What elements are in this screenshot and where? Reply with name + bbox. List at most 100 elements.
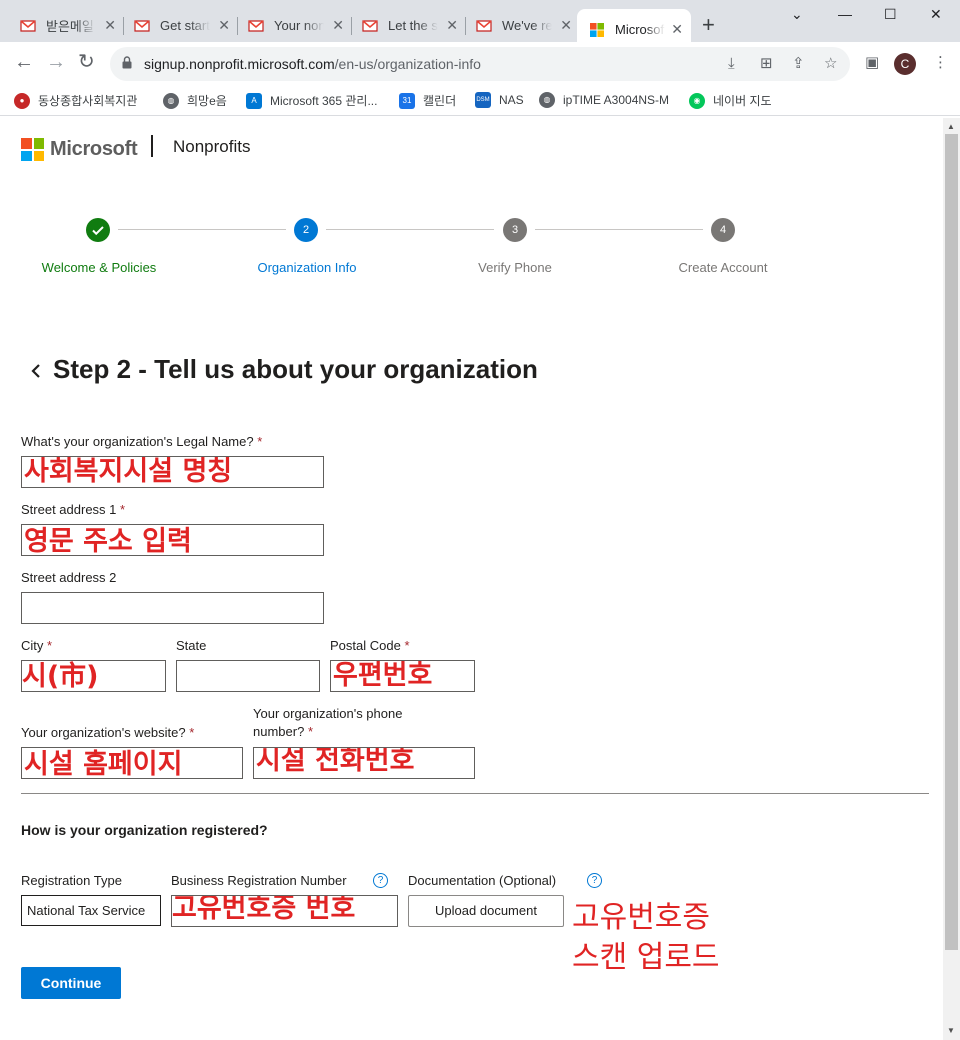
close-icon[interactable]: ✕: [671, 22, 683, 36]
page-content: Microsoft Nonprofits 2 3 4 Welcome & Pol…: [0, 118, 943, 1040]
website-input[interactable]: 시설 홈페이지: [21, 747, 243, 779]
m365-admin-icon: A: [246, 92, 262, 109]
bookmark-label: ipTIME A3004NS-M: [563, 93, 670, 107]
tab-label: Let the s: [388, 18, 438, 33]
registration-heading: How is your organization registered?: [21, 822, 268, 838]
globe-icon: ◍: [539, 92, 555, 108]
street1-label: Street address 1 *: [21, 502, 126, 517]
back-arrow-icon[interactable]: ←: [14, 52, 34, 72]
bookmark-item[interactable]: 31 캘린더: [399, 92, 456, 109]
scroll-up-arrow-icon[interactable]: ▲: [947, 122, 955, 131]
side-panel-icon[interactable]: ▣: [865, 55, 879, 71]
step-1-check-icon: [86, 218, 110, 242]
globe-icon: ◍: [163, 92, 179, 109]
phone-input[interactable]: 시설 전화번호: [253, 747, 475, 779]
tab-label: Microsoft: [615, 22, 665, 37]
registration-type-select[interactable]: National Tax Service: [21, 895, 161, 926]
help-icon[interactable]: ?: [373, 873, 388, 888]
city-input[interactable]: 시(市): [21, 660, 166, 692]
annotation-city: 시(市): [22, 661, 99, 692]
bookmark-org-icon: ●: [14, 92, 30, 109]
tab-label: 받은메일: [46, 19, 94, 34]
tab-search-chevron-icon[interactable]: ⌄: [791, 6, 803, 23]
bookmark-star-icon[interactable]: ☆: [824, 56, 837, 72]
annotation-postal: 우편번호: [333, 660, 433, 691]
annotation-business-number: 고유번호증 번호: [172, 895, 356, 924]
street2-input[interactable]: [21, 592, 324, 624]
chevron-left-icon[interactable]: [30, 364, 42, 378]
reload-icon[interactable]: ↻: [78, 52, 95, 72]
upload-document-button[interactable]: Upload document: [408, 895, 564, 927]
help-icon[interactable]: ?: [587, 873, 602, 888]
documentation-label: Documentation (Optional): [408, 873, 557, 888]
lock-icon: [122, 56, 132, 69]
kebab-menu-icon[interactable]: ⋮: [933, 55, 948, 71]
address-bar[interactable]: signup.nonprofit.microsoft.com/en-us/org…: [110, 47, 850, 81]
tab-gmail-your-nonprofit[interactable]: Your non ✕: [228, 9, 352, 42]
bookmarks-bar: ● 동상종합사회복지관 ◍ 희망e음 A Microsoft 365 관리...…: [0, 86, 960, 116]
bookmark-item[interactable]: ◍ ipTIME A3004NS-M: [539, 92, 669, 108]
tab-label: We've re: [502, 18, 552, 33]
close-icon[interactable]: ✕: [560, 18, 572, 32]
bookmark-label: 캘린더: [423, 94, 457, 108]
registration-type-label: Registration Type: [21, 873, 122, 888]
product-name: Nonprofits: [173, 137, 251, 156]
header-divider: [151, 135, 153, 157]
bookmark-item[interactable]: DSM NAS: [475, 92, 524, 108]
gmail-icon: [476, 19, 492, 32]
forward-arrow-icon[interactable]: →: [46, 52, 66, 72]
continue-button[interactable]: Continue: [21, 967, 121, 999]
tab-gmail-inbox[interactable]: 받은메일 ✕: [0, 9, 124, 42]
phone-label: Your organization's phone number? *: [253, 706, 403, 739]
street2-label: Street address 2: [21, 570, 117, 585]
website-label: Your organization's website? *: [21, 725, 195, 740]
tab-gmail-weve-received[interactable]: We've re ✕: [456, 9, 580, 42]
bookmark-item[interactable]: A Microsoft 365 관리...: [246, 92, 377, 109]
step-4-indicator: 4: [711, 218, 735, 242]
bookmark-item[interactable]: ◍ 희망e음: [163, 92, 227, 109]
state-input[interactable]: [176, 660, 320, 692]
microsoft-logo-icon: [21, 138, 44, 161]
maximize-icon[interactable]: ☐: [884, 6, 897, 23]
minimize-icon[interactable]: —: [838, 6, 852, 22]
legal-name-input[interactable]: 사회복지시설 명칭: [21, 456, 324, 488]
step-1-label: Welcome & Policies: [41, 260, 157, 275]
step-2-label: Organization Info: [257, 260, 357, 275]
tab-gmail-let-the[interactable]: Let the s ✕: [342, 9, 466, 42]
bookmark-label: 네이버 지도: [713, 94, 772, 108]
tab-gmail-get-started[interactable]: Get start ✕: [114, 9, 238, 42]
new-tab-button[interactable]: +: [702, 14, 715, 36]
section-divider: [21, 793, 929, 794]
bookmark-item[interactable]: ● 동상종합사회복지관: [14, 92, 137, 109]
postal-code-label: Postal Code *: [330, 638, 410, 653]
state-label: State: [176, 638, 207, 653]
translate-icon[interactable]: ⊞: [760, 56, 773, 72]
microsoft-icon: [590, 22, 604, 37]
dsm-icon: DSM: [475, 92, 491, 108]
annotation-legal-name: 사회복지시설 명칭: [24, 456, 233, 487]
annotation-upload-line2: 스캔 업로드: [572, 940, 720, 975]
postal-code-input[interactable]: 우편번호: [330, 660, 475, 692]
gmail-icon: [134, 19, 150, 32]
step-2-indicator: 2: [294, 218, 318, 242]
scrollbar-thumb[interactable]: [945, 134, 958, 950]
business-number-input[interactable]: 고유번호증 번호: [171, 895, 398, 927]
step-3-label: Verify Phone: [478, 260, 552, 275]
bookmark-label: 희망e음: [187, 94, 227, 108]
street1-input[interactable]: 영문 주소 입력: [21, 524, 324, 556]
step-connector: [535, 229, 703, 230]
share-icon[interactable]: ⇪: [792, 56, 805, 72]
profile-avatar[interactable]: C: [894, 53, 916, 75]
bookmark-item[interactable]: ◉ 네이버 지도: [689, 92, 772, 109]
tab-label: Your non: [274, 18, 324, 33]
url-text: signup.nonprofit.microsoft.com/en-us/org…: [144, 56, 481, 72]
bookmark-label: Microsoft 365 관리...: [270, 94, 378, 108]
step-connector: [326, 229, 494, 230]
annotation-upload-line1: 고유번호증: [572, 900, 710, 935]
scroll-down-arrow-icon[interactable]: ▼: [947, 1026, 955, 1035]
window-close-icon[interactable]: ✕: [930, 6, 942, 23]
install-app-icon[interactable]: ⤓: [728, 56, 735, 72]
step-connector: [118, 229, 286, 230]
gmail-icon: [362, 19, 378, 32]
tab-label: Get start: [160, 18, 210, 33]
